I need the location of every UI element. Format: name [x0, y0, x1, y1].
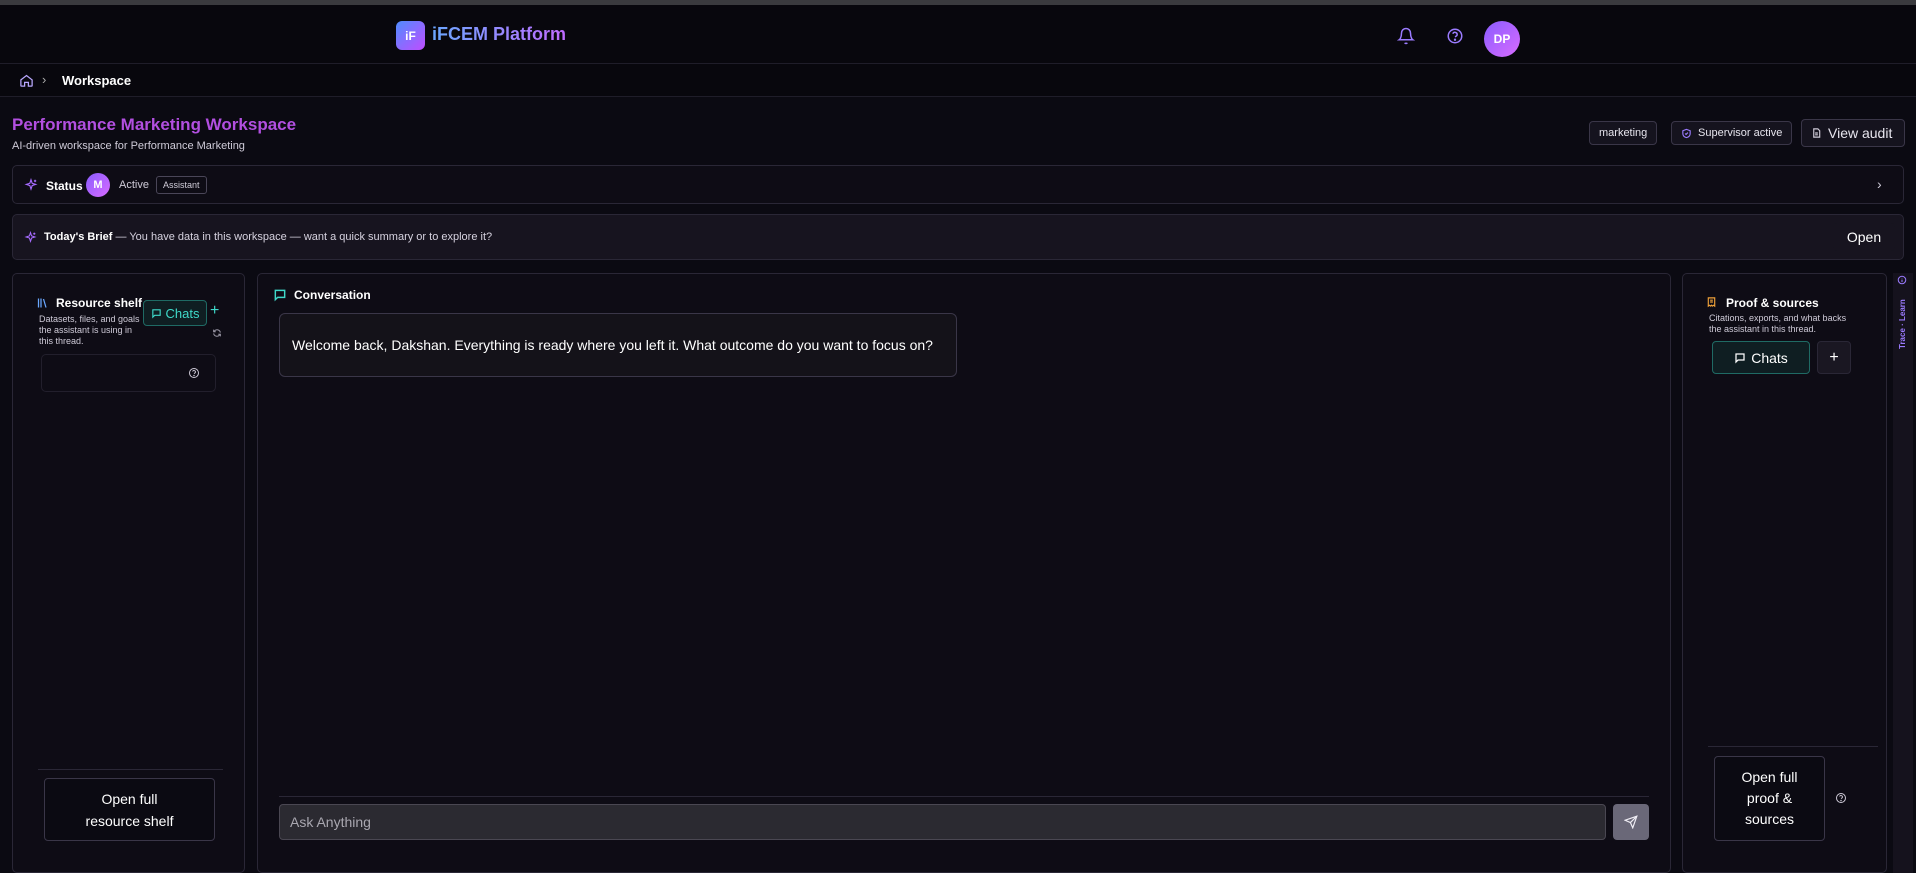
chat-input[interactable] [279, 804, 1606, 840]
shield-check-icon [1682, 128, 1691, 138]
library-icon [37, 298, 47, 308]
proof-chats-button[interactable]: Chats [1712, 341, 1810, 374]
resource-shelf-description: Datasets, files, and goals the assistant… [39, 314, 140, 346]
proof-title: Proof & sources [1726, 296, 1819, 310]
divider [38, 769, 223, 770]
rail-label: Trace · Learn [1898, 299, 1907, 349]
supervisor-badge[interactable]: Supervisor active [1671, 121, 1793, 145]
page-subtitle: AI-driven workspace for Performance Mark… [12, 140, 245, 152]
conversation-title: Conversation [294, 288, 371, 302]
breadcrumb-current: Workspace [62, 73, 132, 88]
status-label: Status [46, 179, 83, 193]
resource-chats-label: Chats [165, 305, 200, 321]
chat-icon [151, 308, 161, 319]
home-icon[interactable] [19, 73, 34, 88]
assistant-avatar: M [86, 173, 110, 197]
brief-open-button[interactable]: Open [1833, 223, 1895, 251]
chevron-right-icon: › [42, 72, 47, 87]
app-header: iF iFCEM Platform DP [0, 5, 1916, 64]
brief-text: Today's Brief — You have data in this wo… [44, 231, 492, 243]
document-icon [1813, 128, 1821, 138]
send-button[interactable] [1613, 804, 1649, 840]
proof-description: Citations, exports, and what backs the a… [1709, 313, 1847, 334]
brief-title: Today's Brief [44, 231, 113, 243]
todays-brief-bar: Today's Brief — You have data in this wo… [12, 214, 1904, 260]
receipt-icon [1707, 297, 1716, 308]
chevron-right-icon[interactable]: › [1877, 176, 1882, 192]
bell-icon[interactable] [1397, 27, 1415, 45]
help-icon[interactable] [188, 367, 200, 379]
assistant-message: Welcome back, Dakshan. Everything is rea… [279, 313, 957, 377]
role-badge: Assistant [156, 176, 207, 194]
proof-chats-label: Chats [1751, 349, 1788, 366]
status-state: Active [119, 179, 149, 191]
brief-body: — You have data in this workspace — want… [112, 231, 493, 243]
resource-shelf-title: Resource shelf [56, 296, 143, 310]
status-bar[interactable]: Status M Active Assistant › [12, 165, 1904, 204]
composer-divider [279, 796, 1649, 797]
view-audit-button[interactable]: View audit [1801, 119, 1905, 147]
view-audit-label: View audit [1828, 125, 1893, 141]
sparkles-icon [24, 231, 37, 244]
help-icon[interactable] [1835, 792, 1847, 804]
resource-empty-slot[interactable] [41, 354, 216, 392]
sparkles-icon [24, 178, 38, 191]
user-avatar[interactable]: DP [1484, 21, 1520, 57]
page-title: Performance Marketing Workspace [12, 115, 297, 134]
app-name[interactable]: iFCEM Platform [432, 24, 566, 45]
breadcrumb: › Workspace [0, 64, 1916, 97]
add-proof-button[interactable]: + [1817, 341, 1851, 374]
app-logo[interactable]: iF [396, 21, 425, 50]
open-full-resource-shelf-button[interactable]: Open full resource shelf [44, 778, 215, 841]
supervisor-label: Supervisor active [1698, 127, 1783, 139]
help-icon[interactable] [1446, 27, 1464, 45]
trace-learn-rail[interactable]: Trace · Learn [1893, 273, 1913, 873]
proof-sources-panel: Proof & sources Citations, exports, and … [1682, 273, 1887, 873]
add-resource-button[interactable]: + [210, 302, 219, 320]
resource-shelf-panel: Resource shelf Datasets, files, and goal… [12, 273, 245, 873]
chat-icon [1735, 352, 1745, 364]
send-icon [1624, 815, 1638, 829]
divider [1708, 746, 1878, 747]
chat-icon [274, 289, 286, 302]
tag-label: marketing [1599, 127, 1648, 139]
refresh-icon[interactable] [212, 328, 222, 338]
tag-badge[interactable]: marketing [1589, 121, 1658, 145]
resource-chats-button[interactable]: Chats [143, 300, 207, 326]
open-full-proof-button[interactable]: Open full proof & sources [1714, 756, 1825, 841]
info-icon [1897, 275, 1907, 285]
